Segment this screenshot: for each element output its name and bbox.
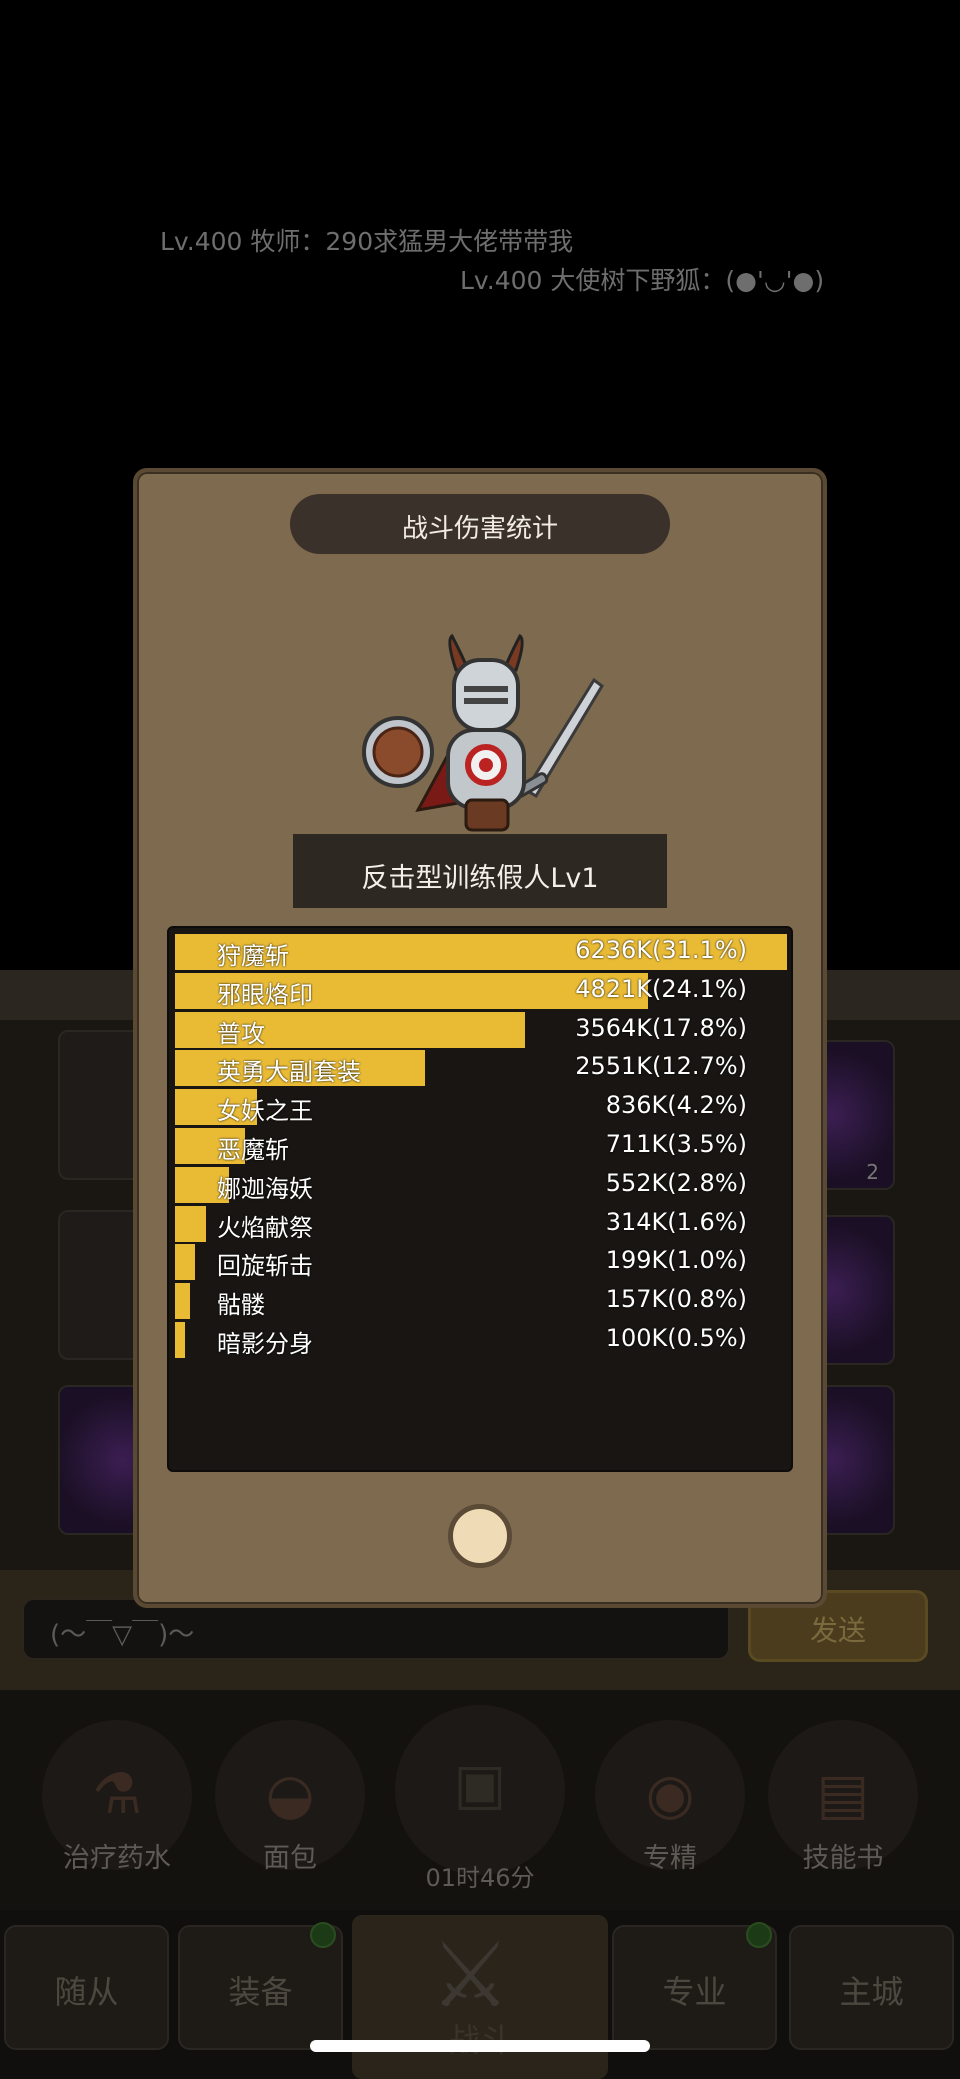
skill-name: 骷髅 — [217, 1291, 265, 1320]
damage-value: 157K(0.8%) — [605, 1285, 747, 1314]
skill-name: 狩魔斩 — [217, 942, 289, 970]
nav-main-city[interactable]: 主城 — [789, 1925, 954, 2050]
chest-icon: ▣ — [453, 1752, 507, 1817]
home-indicator — [310, 2040, 650, 2052]
damage-row: 娜迦海妖 552K(2.8%) — [175, 1166, 787, 1203]
chat-message-1: Lv.400 牧师：290求猛男大佬带带我 — [160, 227, 574, 256]
nav-follower-label: 随从 — [54, 1973, 119, 2011]
dialog-title: 战斗伤害统计 — [401, 514, 558, 544]
nav-equipment-label: 装备 — [228, 1973, 293, 2011]
skill-name: 娜迦海妖 — [217, 1174, 313, 1203]
target-name-box: 反击型训练假人Lv1 — [293, 834, 667, 908]
notification-dot — [746, 1922, 772, 1948]
chest-slot[interactable]: ▣ — [395, 1705, 565, 1875]
damage-value: 836K(4.2%) — [605, 1091, 747, 1120]
chat-message-2: Lv.400 大使树下野狐：(●'◡'●) — [460, 266, 825, 295]
potion-label: 治疗药水 — [63, 1843, 171, 1874]
damage-row: 狩魔斩 6236K(31.1%) — [175, 934, 787, 970]
damage-row: 恶魔斩 711K(3.5%) — [175, 1128, 787, 1164]
damage-row: 暗影分身 100K(0.5%) — [175, 1322, 787, 1358]
send-button-label: 发送 — [809, 1614, 866, 1647]
nav-profession-label: 专业 — [662, 1973, 727, 2011]
damage-row: 英勇大副套装 2551K(12.7%) — [175, 1050, 787, 1087]
skill-name: 英勇大副套装 — [217, 1058, 361, 1087]
crossed-swords-icon: ⚔ — [430, 1923, 511, 2028]
nav-follower[interactable]: 随从 — [4, 1925, 169, 2050]
skill-name: 女妖之王 — [217, 1097, 313, 1126]
training-dummy-knight-icon — [362, 633, 604, 832]
nav-battle[interactable]: ⚔ 战斗 — [352, 1915, 608, 2079]
damage-value: 3564K(17.8%) — [575, 1013, 747, 1042]
skill-book-label: 技能书 — [802, 1843, 884, 1874]
damage-row: 邪眼烙印 4821K(24.1%) — [175, 972, 787, 1009]
skill-name: 回旋斩击 — [217, 1252, 313, 1281]
bread-label: 面包 — [263, 1843, 317, 1874]
damage-row: 女妖之王 836K(4.2%) — [175, 1089, 787, 1126]
damage-bar — [175, 1322, 185, 1358]
slot-count: 2 — [866, 1160, 879, 1184]
damage-value: 711K(3.5%) — [605, 1130, 747, 1158]
close-button[interactable] — [448, 1504, 512, 1568]
damage-bar — [175, 1283, 190, 1320]
damage-row: 骷髅 157K(0.8%) — [175, 1283, 787, 1320]
skill-name: 暗影分身 — [217, 1330, 313, 1358]
skill-name: 邪眼烙印 — [217, 980, 313, 1009]
nav-battle-label: 战斗 — [352, 2015, 608, 2061]
damage-value: 314K(1.6%) — [605, 1207, 747, 1236]
dialog-title-banner: 战斗伤害统计 — [290, 494, 670, 554]
target-name: 反击型训练假人Lv1 — [361, 863, 599, 894]
nav-main-city-label: 主城 — [839, 1973, 904, 2011]
damage-bar — [175, 1205, 206, 1242]
damage-value: 100K(0.5%) — [605, 1324, 747, 1352]
skill-name: 火焰献祭 — [217, 1213, 313, 1242]
skill-name: 普攻 — [217, 1019, 265, 1048]
specialization-label: 专精 — [643, 1843, 697, 1874]
chest-timer: 01时46分 — [425, 1864, 535, 1892]
damage-row: 回旋斩击 199K(1.0%) — [175, 1244, 787, 1281]
damage-value: 6236K(31.1%) — [575, 936, 747, 964]
damage-row: 普攻 3564K(17.8%) — [175, 1011, 787, 1048]
damage-value: 2551K(12.7%) — [575, 1052, 747, 1081]
damage-row: 火焰献祭 314K(1.6%) — [175, 1205, 787, 1242]
damage-value: 552K(2.8%) — [605, 1168, 747, 1197]
damage-value: 199K(1.0%) — [605, 1246, 747, 1275]
skill-name: 恶魔斩 — [217, 1136, 289, 1164]
chat-input-placeholder: (～￣▽￣)～ — [50, 1620, 195, 1650]
damage-value: 4821K(24.1%) — [575, 974, 747, 1003]
notification-dot — [310, 1922, 336, 1948]
damage-bar — [175, 1244, 195, 1281]
